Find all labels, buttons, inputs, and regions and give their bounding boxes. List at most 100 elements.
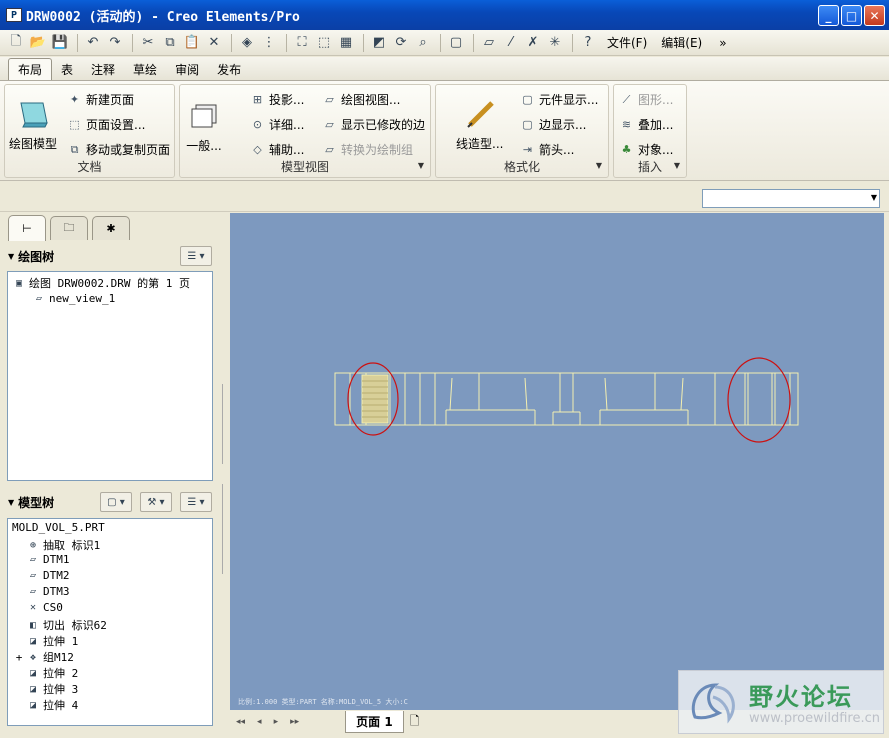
- detailed-button[interactable]: ⊙ 详细...: [250, 116, 305, 133]
- tree-settings-button[interactable]: ☰ ▾: [180, 492, 212, 512]
- tab-sketch[interactable]: 草绘: [124, 58, 166, 80]
- file-menu[interactable]: 文件(F): [607, 34, 647, 51]
- view-display-icon[interactable]: ▢: [446, 33, 466, 53]
- page-tab-1[interactable]: 页面 1: [345, 711, 404, 733]
- group-expand-icon[interactable]: ▼: [674, 161, 680, 170]
- first-page-button[interactable]: ◂◂: [236, 717, 245, 727]
- toolbar-overflow[interactable]: »: [719, 36, 726, 50]
- regenerate-icon[interactable]: ⟳: [391, 33, 411, 53]
- component-display-button[interactable]: ▢ 元件显示...: [520, 91, 598, 108]
- cut-icon[interactable]: ✂: [138, 33, 158, 53]
- tab-publish[interactable]: 发布: [208, 58, 250, 80]
- tab-favorites[interactable]: ✱: [92, 216, 130, 240]
- redo-icon[interactable]: ↷: [105, 33, 125, 53]
- show-modified-edges-button[interactable]: ▱ 显示已修改的边: [322, 116, 425, 133]
- line-style-button[interactable]: 线造型...: [456, 99, 503, 152]
- format-group-title: 格式化 ▼: [436, 158, 608, 175]
- undo-icon[interactable]: ↶: [83, 33, 103, 53]
- datum-plane-display-icon[interactable]: ⏥: [479, 33, 499, 53]
- tab-review[interactable]: 审阅: [166, 58, 208, 80]
- object-button[interactable]: ♣ 对象...: [619, 141, 674, 158]
- move-copy-page-button[interactable]: ⧉ 移动或复制页面: [67, 141, 170, 158]
- help-icon[interactable]: ?: [578, 33, 598, 53]
- select-box-icon[interactable]: ⬚: [314, 33, 334, 53]
- group-expand-icon[interactable]: ▼: [418, 161, 424, 170]
- tab-folder-browser[interactable]: 🗀: [50, 216, 88, 240]
- minimize-button[interactable]: _: [818, 5, 839, 26]
- tree-row[interactable]: ▱ DTM1: [12, 553, 70, 566]
- drawing-view[interactable]: [230, 213, 884, 710]
- app-icon[interactable]: P: [6, 8, 22, 22]
- repaint-icon[interactable]: ◩: [369, 33, 389, 53]
- tab-table[interactable]: 表: [52, 58, 82, 80]
- overlay-button[interactable]: ≋ 叠加...: [619, 116, 674, 133]
- tree-row[interactable]: ◪ 拉伸 1: [12, 633, 78, 649]
- paste-icon[interactable]: 📋: [182, 33, 202, 53]
- collapse-icon[interactable]: ▼: [8, 252, 14, 261]
- copy-icon[interactable]: ⧉: [160, 33, 180, 53]
- graph-label: 图形...: [638, 93, 674, 107]
- delete-icon[interactable]: ✕: [204, 33, 224, 53]
- object-icon: ♣: [621, 143, 632, 156]
- datum-axis-display-icon[interactable]: ⁄: [501, 33, 521, 53]
- expand-icon[interactable]: +: [12, 651, 26, 664]
- drawing-canvas[interactable]: 比例:1.000 类型:PART 名称:MOLD_VOL_5 大小:C: [230, 213, 884, 710]
- tree-row[interactable]: ◪ 拉伸 4: [12, 697, 78, 713]
- previous-page-button[interactable]: ◂: [257, 717, 262, 727]
- coordinate-display-icon[interactable]: ✳: [545, 33, 565, 53]
- datum-point-display-icon[interactable]: ✗: [523, 33, 543, 53]
- page-setup-button[interactable]: ⬚ 页面设置...: [67, 116, 145, 133]
- tree-row[interactable]: MOLD_VOL_5.PRT: [12, 521, 105, 534]
- general-view-button[interactable]: 一般...: [186, 101, 222, 154]
- group-expand-icon[interactable]: ▼: [596, 161, 602, 170]
- view-icon: ▱: [35, 293, 43, 304]
- tab-model-tree[interactable]: ⊢: [8, 215, 46, 241]
- insert-group: ⟋ 图形... ≋ 叠加... ♣ 对象... 插入 ▼: [613, 84, 687, 178]
- last-page-button[interactable]: ▸▸: [290, 717, 299, 727]
- tree-settings-button[interactable]: ☰ ▾: [180, 246, 212, 266]
- page-setup-label: 页面设置...: [86, 118, 146, 132]
- panel-splitter[interactable]: [220, 214, 230, 734]
- tree-row[interactable]: ✕ CS0: [12, 601, 63, 614]
- new-page-tab-icon[interactable]: 🗋: [410, 712, 420, 733]
- convert-draft-group-button[interactable]: ▱ 转换为绘制组: [322, 141, 413, 158]
- open-folder-icon[interactable]: 📂: [28, 33, 48, 53]
- save-icon[interactable]: 💾: [50, 33, 70, 53]
- model-tree-title: 模型树: [18, 495, 55, 510]
- tab-layout[interactable]: 布局: [8, 58, 53, 80]
- tree-row[interactable]: ⊕ 抽取 标识1: [12, 537, 100, 553]
- edge-display-button[interactable]: ▢ 边显示...: [520, 116, 586, 133]
- maximize-button[interactable]: □: [841, 5, 862, 26]
- edit-menu[interactable]: 编辑(E): [661, 34, 702, 51]
- tree-row[interactable]: ◪ 拉伸 2: [12, 665, 78, 681]
- selection-filter-dropdown[interactable]: ▼: [702, 189, 880, 208]
- drawing-view-button[interactable]: ▱ 绘图视图...: [322, 91, 400, 108]
- projection-button[interactable]: ⊞ 投影...: [250, 91, 305, 108]
- new-file-icon[interactable]: 🗋: [6, 33, 26, 53]
- tree-row[interactable]: + ❖ 组M12: [12, 649, 74, 665]
- toolbar-separator: [473, 33, 474, 52]
- tools-button[interactable]: ⚒ ▾: [140, 492, 172, 512]
- tree-row[interactable]: ▱ DTM2: [12, 569, 70, 582]
- zoom-icon[interactable]: ⌕: [413, 33, 433, 53]
- graph-button[interactable]: ⟋ 图形...: [619, 91, 674, 108]
- find-icon[interactable]: ⛶: [292, 33, 312, 53]
- close-button[interactable]: ✕: [864, 5, 885, 26]
- tree-item-label: 切出 标识62: [43, 619, 107, 632]
- arrow-button[interactable]: ⇥ 箭头...: [520, 141, 575, 158]
- tree-row[interactable]: ◪ 拉伸 3: [12, 681, 78, 697]
- drawing-model-button[interactable]: 绘图模型: [9, 99, 57, 152]
- tree-row[interactable]: ▣ 绘图 DRW0002.DRW 的第 1 页: [12, 275, 190, 291]
- layer-icon[interactable]: ◈: [237, 33, 257, 53]
- tree-row[interactable]: ▱ new_view_1: [32, 292, 115, 305]
- tree-icon[interactable]: ⋮: [259, 33, 279, 53]
- auxiliary-button[interactable]: ◇ 辅助...: [250, 141, 304, 158]
- show-button[interactable]: ▢ ▾: [100, 492, 132, 512]
- tree-row[interactable]: ◧ 切出 标识62: [12, 617, 107, 633]
- collapse-icon[interactable]: ▼: [8, 498, 14, 507]
- properties-icon[interactable]: ▦: [336, 33, 356, 53]
- new-page-button[interactable]: ✦ 新建页面: [67, 91, 134, 108]
- tab-annotate[interactable]: 注释: [82, 58, 124, 80]
- next-page-button[interactable]: ▸: [274, 717, 279, 727]
- tree-row[interactable]: ▱ DTM3: [12, 585, 70, 598]
